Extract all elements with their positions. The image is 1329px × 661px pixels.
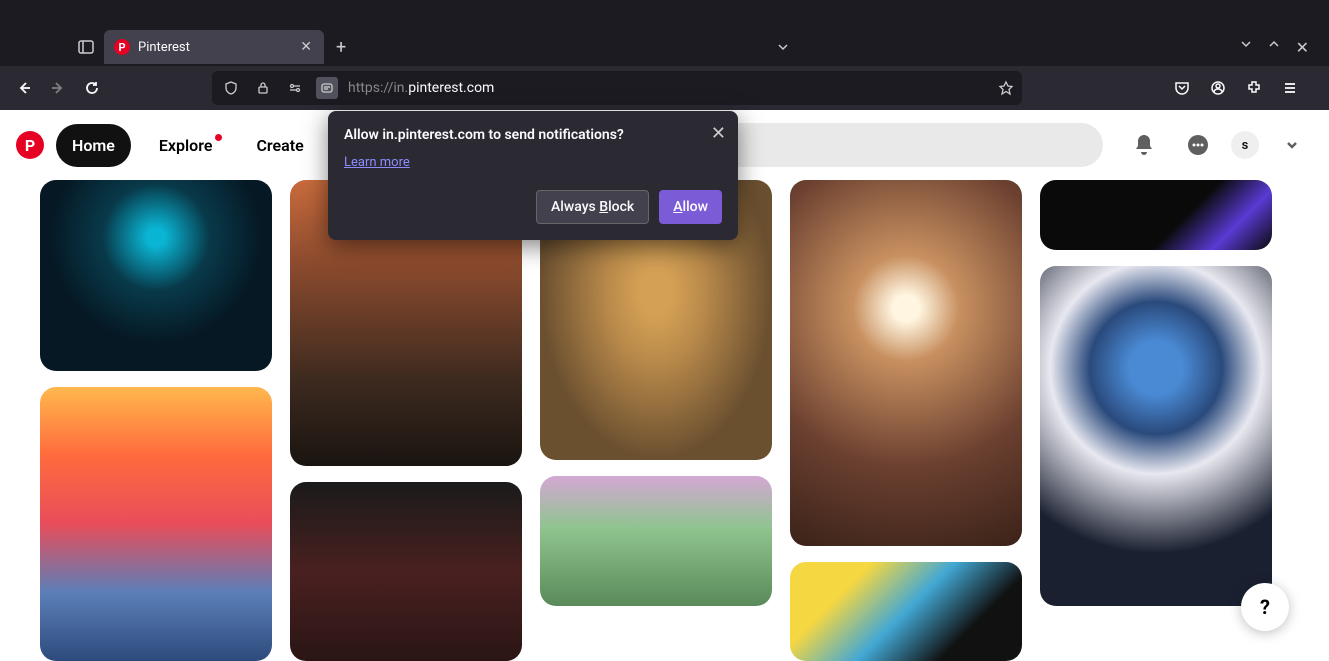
url-bar[interactable]: https://in.pinterest.com bbox=[212, 71, 1022, 105]
pin-image[interactable] bbox=[790, 180, 1022, 546]
pinterest-logo[interactable]: P bbox=[16, 131, 44, 159]
close-tab-icon[interactable]: ✕ bbox=[298, 37, 314, 57]
account-icon[interactable] bbox=[1204, 74, 1232, 102]
sidebar-toggle-icon[interactable] bbox=[78, 39, 94, 55]
learn-more-link[interactable]: Learn more bbox=[344, 155, 410, 170]
pin-image[interactable] bbox=[40, 387, 272, 661]
nav-bar: https://in.pinterest.com bbox=[0, 66, 1329, 110]
pin-image[interactable] bbox=[540, 476, 772, 606]
maximize-icon[interactable] bbox=[1268, 38, 1280, 57]
pin-image[interactable] bbox=[790, 562, 1022, 661]
messages-icon[interactable] bbox=[1177, 124, 1219, 166]
help-button[interactable]: ? bbox=[1241, 583, 1289, 631]
popup-title: Allow in.pinterest.com to send notificat… bbox=[344, 127, 722, 143]
account-dropdown-icon[interactable] bbox=[1271, 124, 1313, 166]
pin-image[interactable] bbox=[40, 180, 272, 371]
shield-icon[interactable] bbox=[220, 77, 242, 99]
nav-create[interactable]: Create bbox=[240, 124, 319, 167]
pin-image[interactable] bbox=[1040, 180, 1272, 250]
url-text: https://in.pinterest.com bbox=[348, 80, 998, 96]
reload-button[interactable] bbox=[78, 74, 106, 102]
menu-icon[interactable] bbox=[1276, 74, 1304, 102]
user-avatar[interactable]: s bbox=[1231, 131, 1259, 159]
pin-image[interactable] bbox=[1040, 266, 1272, 606]
lock-icon[interactable] bbox=[252, 77, 274, 99]
pocket-icon[interactable] bbox=[1168, 74, 1196, 102]
forward-button[interactable] bbox=[44, 74, 72, 102]
permissions-icon[interactable] bbox=[284, 77, 306, 99]
back-button[interactable] bbox=[10, 74, 38, 102]
pinterest-favicon: P bbox=[114, 39, 130, 55]
always-block-button[interactable]: Always Block bbox=[536, 190, 649, 224]
minimize-icon[interactable] bbox=[1240, 38, 1252, 57]
bookmark-star-icon[interactable] bbox=[998, 80, 1014, 96]
close-popup-icon[interactable]: ✕ bbox=[711, 123, 726, 144]
browser-tab[interactable]: P Pinterest ✕ bbox=[104, 30, 324, 64]
nav-explore[interactable]: Explore bbox=[143, 124, 229, 167]
close-window-icon[interactable]: ✕ bbox=[1296, 38, 1309, 57]
new-tab-button[interactable]: + bbox=[336, 37, 346, 58]
window-controls: ✕ bbox=[1240, 38, 1321, 57]
allow-button[interactable]: Allow bbox=[659, 190, 722, 224]
notifications-bell-icon[interactable] bbox=[1123, 124, 1165, 166]
pin-grid bbox=[0, 180, 1329, 661]
extensions-icon[interactable] bbox=[1240, 74, 1268, 102]
nav-home[interactable]: Home bbox=[56, 124, 131, 167]
tab-bar: P Pinterest ✕ + ✕ bbox=[0, 28, 1329, 66]
notification-permission-icon[interactable] bbox=[316, 77, 338, 99]
tab-title: Pinterest bbox=[138, 40, 298, 55]
notification-permission-popup: ✕ Allow in.pinterest.com to send notific… bbox=[328, 111, 738, 240]
pin-image[interactable] bbox=[290, 482, 522, 661]
tabs-dropdown-icon[interactable] bbox=[776, 40, 790, 54]
